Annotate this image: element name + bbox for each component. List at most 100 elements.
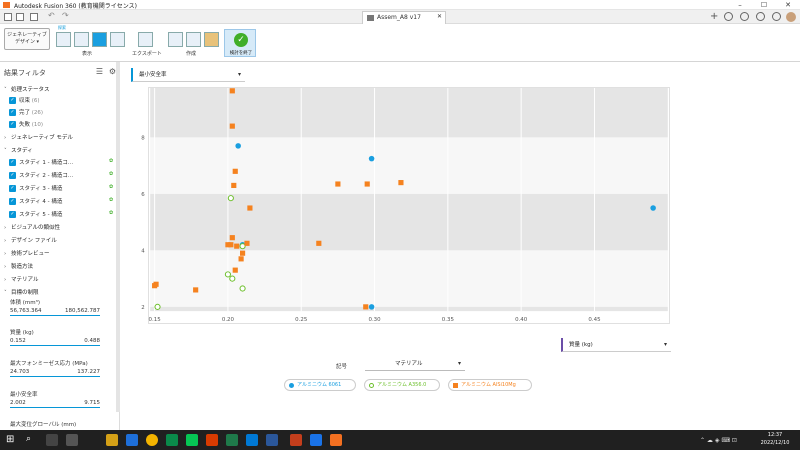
notifications-icon[interactable] <box>756 12 765 21</box>
list-view-icon[interactable] <box>110 32 125 47</box>
legend-by-select[interactable]: マテリアル ▾ <box>365 357 465 371</box>
word-icon[interactable] <box>266 434 278 446</box>
checkbox-icon[interactable]: ✓ <box>9 97 16 104</box>
undo-icon[interactable]: ↶ <box>48 11 55 20</box>
close-button[interactable]: ✕ <box>776 0 800 10</box>
data-point-circle[interactable] <box>368 155 375 162</box>
task-view-icon[interactable] <box>46 434 58 446</box>
office-icon[interactable] <box>206 434 218 446</box>
tab-explore[interactable]: 探索 <box>58 25 74 30</box>
y-metric-select[interactable]: 最小安全率 ▾ <box>131 68 245 82</box>
x-metric-select[interactable]: 質量 (kg) ▾ <box>561 338 671 352</box>
data-point-square[interactable] <box>152 283 158 289</box>
save-icon[interactable] <box>30 13 38 21</box>
data-point-circle[interactable] <box>235 143 241 149</box>
data-point-square[interactable] <box>335 181 341 187</box>
data-point-square[interactable] <box>234 243 240 249</box>
data-point-square[interactable] <box>231 182 237 189</box>
data-point-circle[interactable] <box>650 205 656 211</box>
clock[interactable]: 12:37 2022/12/10 <box>755 431 795 447</box>
section-status[interactable]: ˅ 処理ステータス <box>4 85 50 93</box>
create-folder-icon[interactable] <box>204 32 219 47</box>
help-icon[interactable] <box>772 12 781 21</box>
study-item[interactable]: ✓ スタディ 1 - 構造コ... <box>9 158 73 166</box>
data-point-square[interactable] <box>364 181 370 187</box>
tray-icons[interactable]: ⌃ ☁ ◈ ⌨ ⊡ <box>700 437 737 444</box>
messenger-icon[interactable] <box>186 434 198 446</box>
legend-item[interactable]: アルミニウム AlSi10Mg <box>448 379 532 391</box>
section-manufacturing[interactable]: › 製造方法 <box>4 262 33 270</box>
apps-grid-icon[interactable] <box>4 13 12 21</box>
study-item[interactable]: ✓ スタディ 2 - 構造コ... <box>9 171 73 179</box>
checkbox-icon[interactable]: ✓ <box>9 121 16 128</box>
data-point-square[interactable] <box>239 250 246 256</box>
range-slider[interactable]: 2.002 9.715 <box>10 400 100 408</box>
excel-icon[interactable] <box>226 434 238 446</box>
chrome-icon[interactable] <box>146 434 158 446</box>
data-point-square[interactable] <box>398 180 404 186</box>
data-point-square[interactable] <box>316 240 322 246</box>
data-point-ring[interactable] <box>154 303 161 310</box>
status-completed[interactable]: ✓ 完了 (26) <box>9 108 43 116</box>
data-point-square[interactable] <box>247 205 253 211</box>
new-tab-icon[interactable]: + <box>710 11 718 22</box>
section-tech-preview[interactable]: › 技術プレビュー <box>4 249 50 257</box>
thumbnail-view-icon[interactable] <box>74 32 89 47</box>
workspace-switcher[interactable]: ジェネレーティブ デザイン ▾ <box>4 28 50 50</box>
section-material[interactable]: › マテリアル <box>4 275 38 283</box>
powerpoint-icon[interactable] <box>290 434 302 446</box>
avatar[interactable] <box>786 12 796 22</box>
data-point-ring[interactable] <box>239 243 246 250</box>
data-point-square[interactable] <box>229 88 235 94</box>
checkbox-icon[interactable]: ✓ <box>9 109 16 116</box>
windows-start-icon[interactable]: ⊞ <box>6 434 17 445</box>
data-point-ring[interactable] <box>229 275 236 282</box>
data-point-ring[interactable] <box>239 285 246 292</box>
file-icon[interactable] <box>16 13 24 21</box>
data-point-square[interactable] <box>232 267 238 273</box>
document-tab[interactable]: Assem_A8 v17 ✕ <box>362 11 446 24</box>
outlook-icon[interactable] <box>246 434 258 446</box>
export-icon[interactable] <box>138 32 153 47</box>
fusion-taskbar-icon[interactable] <box>330 434 342 446</box>
tab-close-icon[interactable]: ✕ <box>437 13 442 20</box>
section-study[interactable]: ˅ スタディ <box>4 146 33 154</box>
study-item[interactable]: ✓ スタディ 4 - 構造 <box>9 197 62 205</box>
file-explorer-icon[interactable] <box>106 434 118 446</box>
section-generative-model[interactable]: › ジェネレーティブ モデル <box>4 133 73 141</box>
data-point-square[interactable] <box>363 304 369 310</box>
legend-item[interactable]: アルミニウム A356.0 <box>364 379 440 391</box>
maximize-button[interactable]: ☐ <box>752 0 776 10</box>
range-slider[interactable]: 0.152 0.488 <box>10 338 100 346</box>
scatter-plot[interactable]: 0.15 0.20 0.25 0.30 0.35 0.40 0.45 2 4 6 8 <box>141 87 670 324</box>
data-point-circle[interactable] <box>368 304 375 310</box>
extensions-icon[interactable] <box>724 12 733 21</box>
section-objective-limits[interactable]: ˅ 目標の制限 <box>4 288 39 296</box>
status-converged[interactable]: ✓ 収束 (6) <box>9 96 40 104</box>
filter-settings-icon[interactable]: ☰ <box>95 67 104 76</box>
search-icon[interactable]: ⌕ <box>26 434 31 444</box>
data-point-ring[interactable] <box>227 195 234 202</box>
data-point-ring[interactable] <box>224 271 231 278</box>
tile-view-icon[interactable] <box>56 32 71 47</box>
export-group-label[interactable]: エクスポート <box>132 50 162 57</box>
scatter-view-icon[interactable] <box>92 32 107 47</box>
section-design-file[interactable]: › デザイン ファイル <box>4 236 57 244</box>
job-status-icon[interactable] <box>740 12 749 21</box>
create-group-label[interactable]: 作成 <box>186 50 196 57</box>
redo-icon[interactable]: ↷ <box>62 11 69 20</box>
study-item[interactable]: ✓ スタディ 5 - 構造 <box>9 210 62 218</box>
create-drawing-icon[interactable] <box>186 32 201 47</box>
data-point-square[interactable] <box>229 235 235 241</box>
line-icon[interactable] <box>166 434 178 446</box>
data-point-square[interactable] <box>225 242 231 248</box>
range-slider[interactable]: 56,763.364 180,562.787 <box>10 308 100 316</box>
app-icon[interactable] <box>310 434 322 446</box>
data-point-square[interactable] <box>238 256 244 262</box>
status-failed[interactable]: ✓ 失敗 (10) <box>9 120 43 128</box>
store-icon[interactable] <box>126 434 138 446</box>
widgets-icon[interactable] <box>66 434 78 446</box>
minimize-button[interactable]: – <box>728 0 752 10</box>
data-point-square[interactable] <box>229 123 235 129</box>
display-group-label[interactable]: 表示 <box>82 50 92 57</box>
